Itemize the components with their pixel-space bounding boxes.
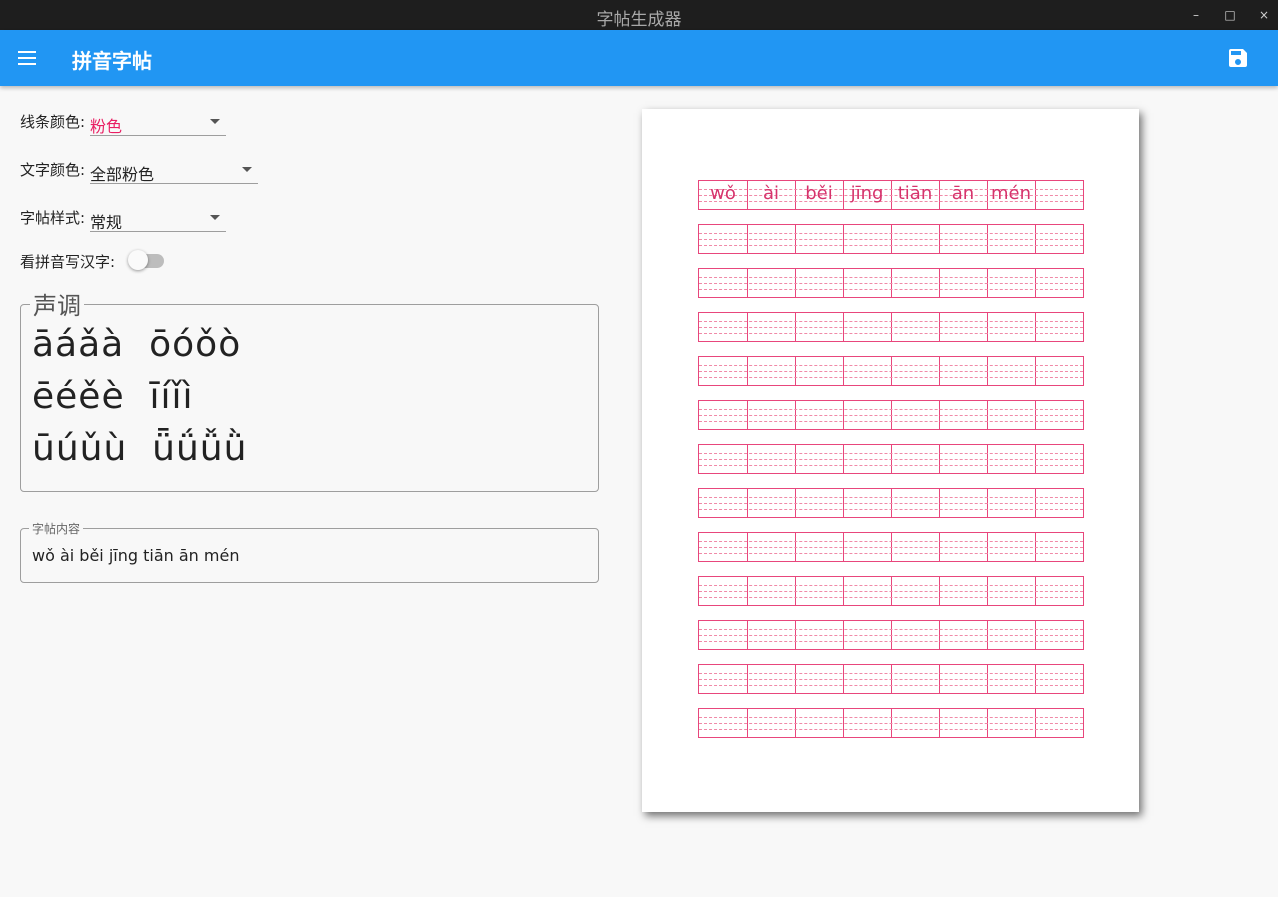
menu-button[interactable]	[14, 44, 42, 72]
grid-row	[698, 620, 1084, 650]
grid-row	[698, 224, 1084, 254]
guide-line	[699, 371, 1083, 372]
guide-line	[699, 641, 1083, 642]
guide-line	[699, 497, 1083, 498]
guide-line	[699, 679, 1083, 680]
line-color-value: 粉色	[90, 117, 123, 136]
guide-line	[699, 409, 1083, 410]
chevron-down-icon	[210, 215, 220, 220]
chevron-down-icon	[242, 167, 252, 172]
grid-row	[698, 312, 1084, 342]
guide-line	[699, 453, 1083, 454]
guide-line	[699, 635, 1083, 636]
guide-line	[699, 685, 1083, 686]
close-button[interactable]: ×	[1254, 5, 1274, 25]
guide-line	[699, 333, 1083, 334]
guide-line	[699, 321, 1083, 322]
guide-line	[699, 673, 1083, 674]
style-dropdown[interactable]: 常规	[90, 203, 226, 232]
grid-row	[698, 488, 1084, 518]
grid-row	[698, 444, 1084, 474]
pinyin-syllable: jīng	[850, 183, 884, 204]
content-legend: 字帖内容	[29, 520, 84, 537]
pinyin-to-hanzi-label: 看拼音写汉字:	[20, 253, 116, 271]
guide-line	[699, 289, 1083, 290]
guide-line	[699, 729, 1083, 730]
guide-line	[699, 585, 1083, 586]
pinyin-syllable: ài	[762, 183, 780, 204]
guide-line	[699, 421, 1083, 422]
chevron-down-icon	[210, 119, 220, 124]
guide-line	[699, 553, 1083, 554]
tone-line: āáǎà ōóǒò	[32, 324, 242, 365]
guide-line	[699, 591, 1083, 592]
guide-line	[699, 717, 1083, 718]
guide-line	[699, 723, 1083, 724]
guide-line	[699, 465, 1083, 466]
line-color-row: 线条颜色: 粉色	[20, 107, 240, 137]
page-title: 拼音字帖	[72, 49, 152, 73]
toggle-thumb	[128, 250, 148, 270]
minimize-button[interactable]: –	[1186, 5, 1206, 25]
guide-line	[699, 547, 1083, 548]
pinyin-syllable: wǒ	[710, 183, 736, 204]
guide-line	[699, 239, 1083, 240]
style-row: 字帖样式: 常规	[20, 203, 240, 233]
guide-line	[699, 509, 1083, 510]
guide-line	[699, 365, 1083, 366]
guide-line	[699, 283, 1083, 284]
text-color-dropdown[interactable]: 全部粉色	[90, 155, 258, 184]
window-title: 字帖生成器	[596, 10, 682, 30]
grid-row	[698, 664, 1084, 694]
text-color-value: 全部粉色	[90, 165, 155, 184]
grid-row	[698, 268, 1084, 298]
guide-line	[699, 503, 1083, 504]
guide-line	[699, 415, 1083, 416]
line-color-label: 线条颜色:	[20, 113, 86, 131]
guide-line	[699, 541, 1083, 542]
grid-row	[698, 532, 1084, 562]
text-color-row: 文字颜色: 全部粉色	[20, 155, 270, 185]
pinyin-to-hanzi-toggle[interactable]	[128, 250, 164, 270]
pinyin-syllable: tiān	[897, 183, 933, 204]
grid-row	[698, 708, 1084, 738]
guide-line	[699, 459, 1083, 460]
pinyin-syllable: ān	[951, 183, 975, 204]
style-label: 字帖样式:	[20, 209, 86, 227]
pinyin-syllable: běi	[805, 183, 833, 204]
guide-line	[699, 327, 1083, 328]
app-bar: 拼音字帖	[0, 30, 1278, 86]
guide-line	[699, 233, 1083, 234]
grid-row	[698, 400, 1084, 430]
tone-line: ūúǔù ǖǘǚǜ	[32, 428, 248, 469]
text-color-label: 文字颜色:	[20, 161, 86, 179]
grid-row	[698, 356, 1084, 386]
pinyin-syllable: mén	[990, 183, 1032, 204]
grid-row	[698, 576, 1084, 606]
guide-line	[699, 597, 1083, 598]
guide-line	[699, 277, 1083, 278]
line-color-dropdown[interactable]: 粉色	[90, 107, 226, 136]
content-input[interactable]: wǒ ài běi jīng tiān ān mén	[32, 546, 239, 565]
guide-line	[699, 629, 1083, 630]
guide-line	[699, 377, 1083, 378]
style-value: 常规	[90, 213, 123, 232]
guide-line	[699, 245, 1083, 246]
maximize-button[interactable]: □	[1220, 5, 1240, 25]
tone-legend: 声调	[30, 286, 84, 321]
grid-row: wǒ ài běi jīng tiān ān mén	[698, 180, 1084, 210]
preview-paper: wǒ ài běi jīng tiān ān mén	[642, 109, 1139, 812]
window-titlebar: 字帖生成器 – □ ×	[0, 0, 1278, 30]
save-icon	[1229, 49, 1247, 67]
tone-line: ēéěè īíǐì	[32, 376, 194, 417]
save-button[interactable]	[1226, 46, 1250, 70]
